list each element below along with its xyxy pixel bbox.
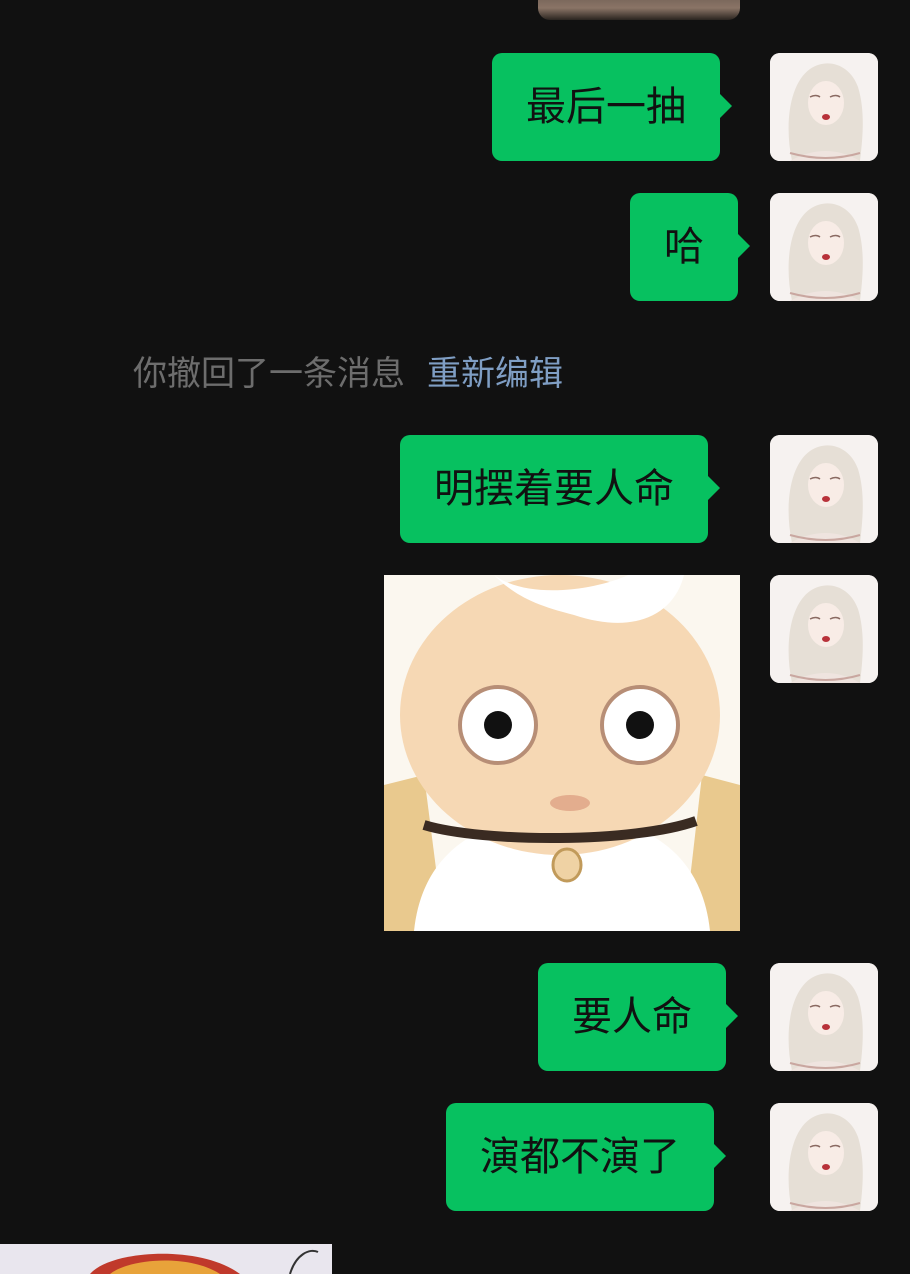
avatar[interactable] — [770, 435, 878, 543]
girl-avatar-icon — [770, 963, 878, 1071]
partial-image-bottom[interactable] — [0, 1244, 332, 1274]
partial-picture-icon — [0, 1244, 332, 1274]
message-bubble[interactable]: 哈 — [630, 193, 750, 301]
message-text: 最后一抽 — [526, 84, 686, 130]
message-bubble[interactable]: 要人命 — [538, 963, 738, 1071]
message-text: 要人命 — [572, 994, 692, 1040]
recall-text: 你撤回了一条消息 — [133, 354, 405, 394]
avatar[interactable] — [770, 53, 878, 161]
girl-avatar-icon — [770, 575, 878, 683]
message-bubble[interactable]: 演都不演了 — [446, 1103, 726, 1211]
message-text: 演都不演了 — [480, 1134, 680, 1180]
recall-notice: 你撤回了一条消息 重新编辑 — [133, 346, 563, 395]
sticker-message[interactable] — [384, 575, 740, 931]
message-bubble[interactable]: 最后一抽 — [492, 53, 732, 161]
re-edit-link[interactable]: 重新编辑 — [427, 354, 563, 394]
girl-avatar-icon — [770, 1103, 878, 1211]
message-text: 明摆着要人命 — [434, 466, 674, 512]
girl-avatar-icon — [770, 193, 878, 301]
wide-eyed-baby-sticker-icon — [384, 575, 740, 931]
partial-sticker-top[interactable] — [538, 0, 740, 20]
avatar[interactable] — [770, 193, 878, 301]
avatar[interactable] — [770, 1103, 878, 1211]
message-bubble[interactable]: 明摆着要人命 — [400, 435, 720, 543]
message-text: 哈 — [664, 224, 704, 270]
avatar[interactable] — [770, 963, 878, 1071]
girl-avatar-icon — [770, 53, 878, 161]
girl-avatar-icon — [770, 435, 878, 543]
avatar[interactable] — [770, 575, 878, 683]
